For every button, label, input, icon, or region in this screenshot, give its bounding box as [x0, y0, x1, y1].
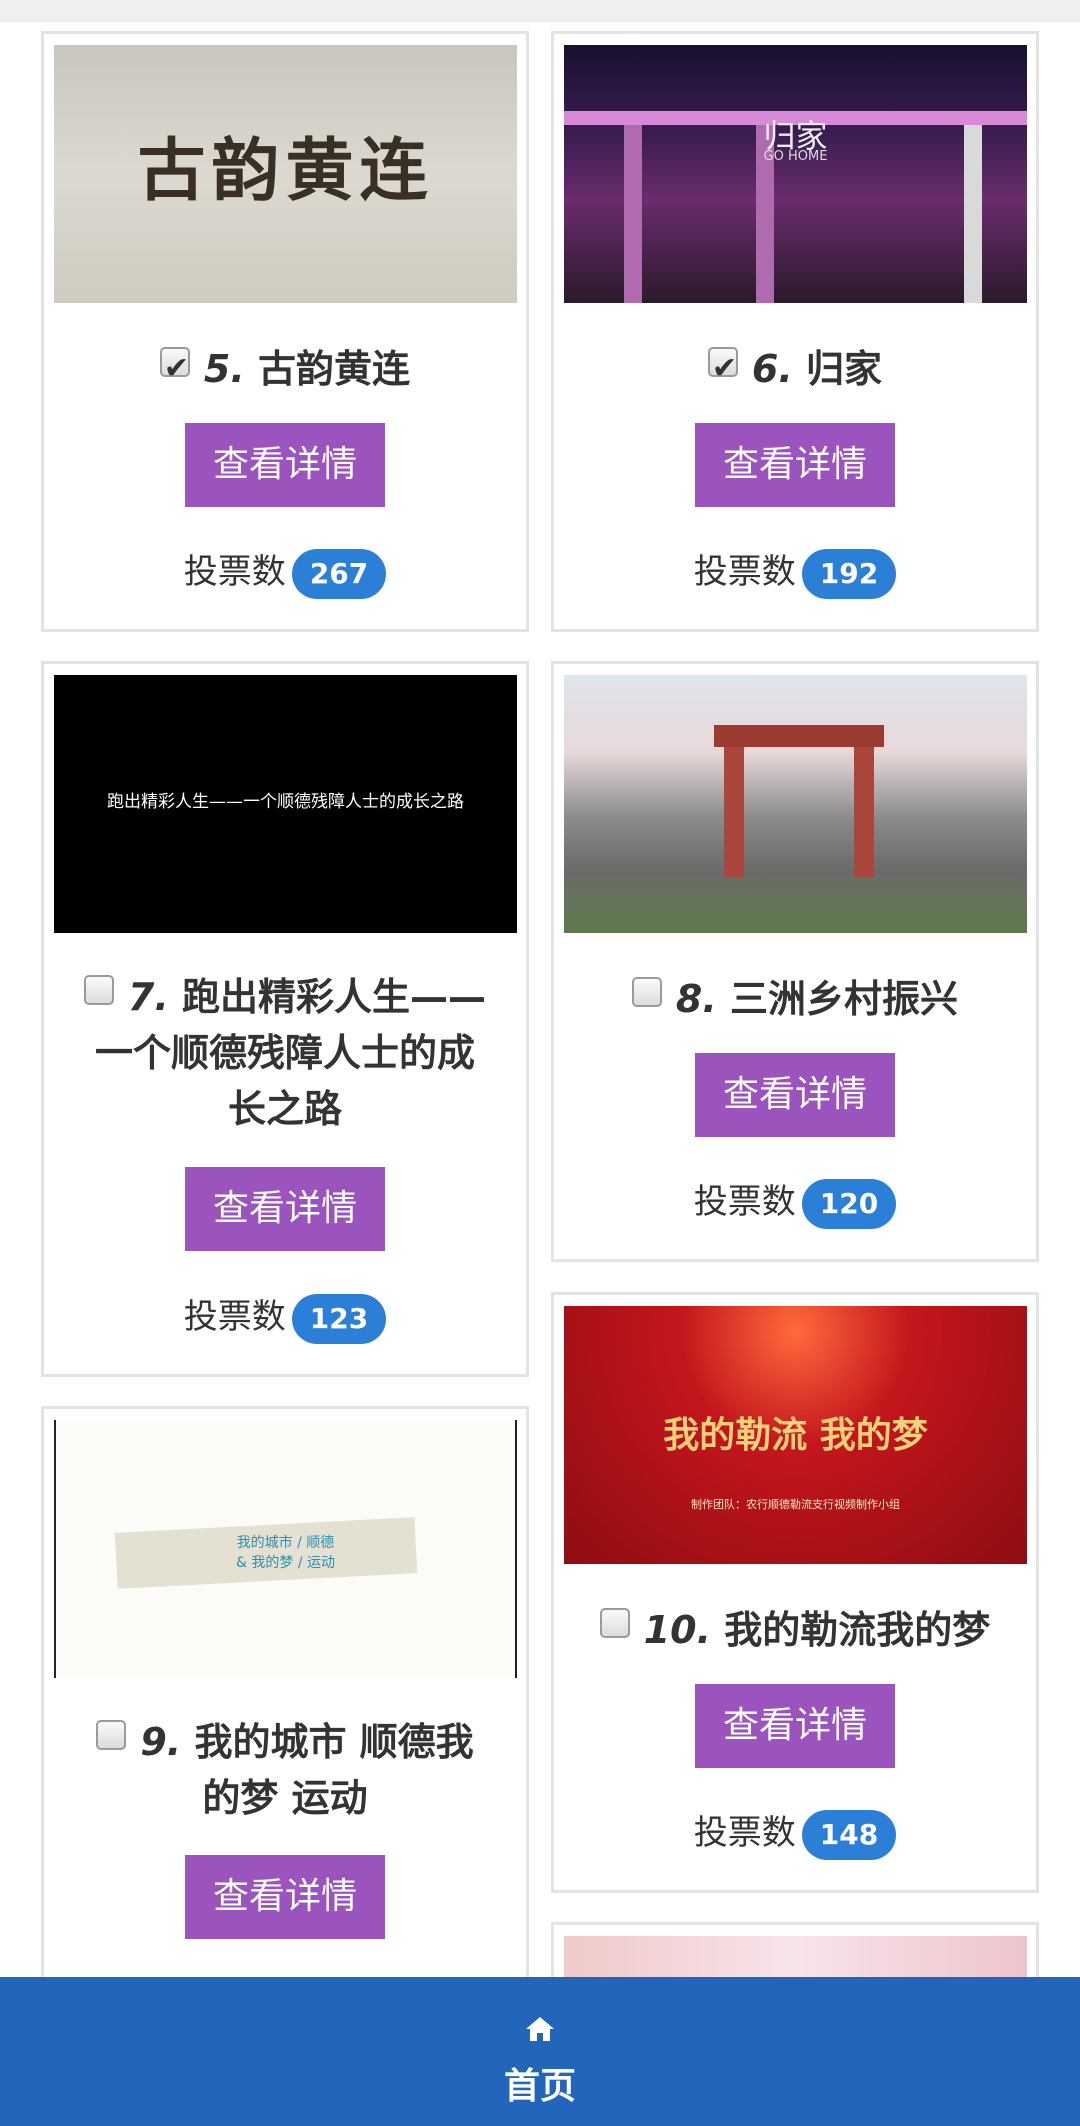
vote-checkbox[interactable]: [159, 341, 190, 397]
vote-checkbox[interactable]: [631, 976, 662, 1007]
video-card-9: 我的城市 / 顺德 & 我的梦 / 运动 9. 我的城市 顺德我 的梦 运动 查…: [41, 1406, 529, 2026]
video-card-8: 8. 三洲乡村振兴 查看详情 投票数 120: [551, 661, 1039, 1262]
thumbnail-subtitle: 制作团队：农行顺德勒流支行视频制作小组: [691, 1498, 900, 1511]
video-thumbnail[interactable]: [564, 675, 1027, 933]
video-thumbnail[interactable]: 跑出精彩人生——一个顺德残障人士的成长之路: [54, 675, 517, 933]
video-title: 6. 归家: [554, 341, 1036, 397]
video-card-6: 归家 GO HOME 6. 归家 查看详情 投票数192: [551, 31, 1039, 632]
video-thumbnail[interactable]: 古韵黄连: [54, 45, 517, 303]
video-card-5: 古韵黄连 5. 古韵黄连 查看详情 投票数267: [41, 31, 529, 632]
vote-count: 投票数 267: [44, 544, 526, 599]
thumbnail-subtitle: GO HOME: [763, 149, 828, 164]
vote-count-badge: 148: [801, 1809, 897, 1860]
video-title: 5. 古韵黄连: [44, 341, 526, 397]
video-thumbnail[interactable]: 我的城市 / 顺德 & 我的梦 / 运动: [54, 1420, 517, 1678]
vote-count: 投票数 192: [554, 544, 1036, 599]
vote-count-badge: 267: [291, 548, 387, 599]
vote-count-badge: 120: [801, 1178, 897, 1229]
vote-checkbox[interactable]: [707, 341, 738, 397]
thumbnail-gate-pillar: [724, 747, 744, 877]
video-title: 8. 三洲乡村振兴: [554, 971, 1036, 1027]
vote-count: 投票数 123: [44, 1289, 526, 1344]
vote-count: 投票数 148: [554, 1805, 1036, 1860]
vote-checkbox[interactable]: [599, 1607, 630, 1638]
home-label: 首页: [503, 2066, 576, 2107]
thumbnail-title: 跑出精彩人生——一个顺德残障人士的成长之路: [107, 792, 464, 812]
video-card-10: 我的勒流 我的梦 制作团队：农行顺德勒流支行视频制作小组 10. 我的勒流我的梦…: [551, 1292, 1039, 1893]
home-icon: [526, 2017, 554, 2041]
view-details-button[interactable]: 查看详情: [185, 1855, 385, 1939]
video-card-7: 跑出精彩人生——一个顺德残障人士的成长之路 7. 跑出精彩人生—— 一个顺德残障…: [41, 661, 529, 1377]
video-title: 9. 我的城市 顺德我 的梦 运动: [44, 1714, 526, 1826]
view-details-button[interactable]: 查看详情: [695, 1684, 895, 1768]
status-strip: [0, 0, 1080, 22]
thumbnail-title: 我的勒流 我的梦: [663, 1414, 928, 1456]
vote-checkbox[interactable]: [83, 974, 114, 1005]
vote-count-badge: 123: [291, 1293, 387, 1344]
view-details-button[interactable]: 查看详情: [185, 1167, 385, 1251]
vote-checkbox[interactable]: [96, 1719, 127, 1750]
view-details-button[interactable]: 查看详情: [695, 1053, 895, 1137]
thumbnail-gate-pillar: [854, 747, 874, 877]
thumbnail-caption: 我的城市 / 顺德: [236, 1535, 335, 1551]
thumbnail-caption: & 我的梦 / 运动: [236, 1555, 335, 1571]
vote-count: 投票数 120: [554, 1174, 1036, 1229]
thumbnail-title: 古韵黄连: [137, 131, 434, 211]
video-thumbnail[interactable]: 归家 GO HOME: [564, 45, 1027, 303]
video-title: 10. 我的勒流我的梦: [554, 1602, 1036, 1658]
view-details-button[interactable]: 查看详情: [695, 423, 895, 507]
bottom-nav: 首页: [0, 1977, 1080, 2126]
home-nav-button[interactable]: 首页: [0, 1977, 1080, 2126]
thumbnail-gate-roof: [714, 725, 884, 747]
video-thumbnail[interactable]: 我的勒流 我的梦 制作团队：农行顺德勒流支行视频制作小组: [564, 1306, 1027, 1564]
view-details-button[interactable]: 查看详情: [185, 423, 385, 507]
vote-count-badge: 192: [801, 548, 897, 599]
video-title: 7. 跑出精彩人生—— 一个顺德残障人士的成 长之路: [44, 969, 526, 1137]
